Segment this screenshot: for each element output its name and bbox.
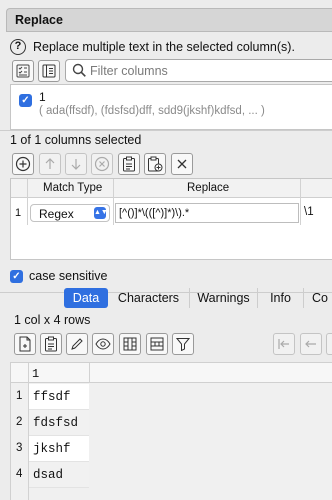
clipboard-icon <box>45 336 57 352</box>
column-name: 1 <box>39 90 46 104</box>
paste-rules-button[interactable] <box>118 153 140 175</box>
columns-view-button[interactable] <box>119 333 141 355</box>
remove-circle-icon <box>94 156 110 172</box>
title-bar: Replace <box>6 8 332 32</box>
cell-value: fdsfsd <box>33 416 79 430</box>
window-title: Replace <box>15 13 63 27</box>
tab-info[interactable]: Info <box>258 288 304 308</box>
row-index: 4 <box>16 468 23 480</box>
tab-characters[interactable]: Characters <box>108 288 190 308</box>
data-table-header: 1 <box>11 363 332 383</box>
filter-columns-input[interactable] <box>90 62 320 79</box>
row-index: 3 <box>16 442 23 454</box>
column-divider <box>300 179 301 225</box>
move-down-button[interactable] <box>65 153 87 175</box>
clipboard-add-icon <box>148 156 163 172</box>
column-divider <box>113 179 114 225</box>
replace-rules-table: Match Type Replace 1 Regex ▲▼ \1 <box>10 178 332 260</box>
copy-data-button[interactable] <box>40 333 62 355</box>
data-preview-table: 1 1 ffsdf 2 fdsfsd 3 jkshf 4 dsad <box>10 362 332 500</box>
arrow-down-icon <box>71 159 81 170</box>
row-index: 1 <box>16 390 23 402</box>
dropdown-arrow-icon: ▲▼ <box>94 207 108 219</box>
cell-value: ffsdf <box>33 390 71 404</box>
remove-rule-button[interactable] <box>91 153 113 175</box>
case-sensitive-label: case sensitive <box>29 269 108 283</box>
tab-warnings[interactable]: Warnings <box>190 288 258 308</box>
match-type-select[interactable]: Regex ▲▼ <box>30 204 110 222</box>
rows-icon <box>150 337 164 351</box>
filter-columns-search[interactable] <box>65 59 332 82</box>
replace-column-header: Replace <box>187 182 230 194</box>
rule-row-index: 1 <box>15 207 22 219</box>
column-divider <box>89 363 90 383</box>
divider <box>0 130 332 131</box>
tab-columns[interactable]: Co <box>304 288 332 308</box>
help-icon[interactable]: ? <box>10 39 26 55</box>
select-all-columns-button[interactable] <box>12 60 34 82</box>
first-page-button[interactable] <box>273 333 295 355</box>
data-column-header: 1 <box>32 367 40 381</box>
table-row: 4 dsad <box>11 462 332 488</box>
arrow-left-icon <box>305 340 316 348</box>
case-sensitive-checkbox[interactable]: ✓ <box>10 269 23 283</box>
panel-list-icon <box>42 64 56 78</box>
tab-data[interactable]: Data <box>64 288 108 308</box>
column-checkbox[interactable]: ✓ <box>19 94 32 107</box>
checklist-icon <box>16 64 30 78</box>
column-list: ✓ 1 ( ada(ffsdf), (fdsfsd)dff, sdd9(jksh… <box>10 84 332 130</box>
cell-value: jkshf <box>33 442 71 456</box>
next-page-button[interactable] <box>326 333 332 355</box>
pencil-icon <box>71 338 83 350</box>
preview-tabs: Data Characters Warnings Info Co <box>0 288 332 308</box>
filter-icon <box>176 338 190 351</box>
new-document-button[interactable] <box>14 333 36 355</box>
clear-rules-button[interactable] <box>171 153 193 175</box>
close-icon <box>177 159 187 169</box>
table-cell[interactable]: fdsfsd <box>29 410 89 436</box>
arrow-up-icon <box>45 158 55 169</box>
row-index: 2 <box>16 416 23 428</box>
match-type-value: Regex <box>39 207 74 221</box>
selection-summary: 1 of 1 columns selected <box>10 133 142 147</box>
match-type-column-header: Match Type <box>43 182 103 194</box>
help-row: ? Replace multiple text in the selected … <box>10 38 295 56</box>
table-cell[interactable]: ffsdf <box>29 384 89 410</box>
data-summary: 1 col x 4 rows <box>14 313 91 327</box>
rows-view-button[interactable] <box>146 333 168 355</box>
view-button[interactable] <box>92 333 114 355</box>
edit-button[interactable] <box>66 333 88 355</box>
case-sensitive-option[interactable]: ✓ case sensitive <box>10 268 108 284</box>
replace-table-header: Match Type Replace <box>11 179 332 198</box>
eye-icon <box>95 338 111 350</box>
column-divider <box>27 179 28 225</box>
cell-value: dsad <box>33 468 64 482</box>
filter-button[interactable] <box>172 333 194 355</box>
table-cell[interactable]: jkshf <box>29 436 89 462</box>
table-cell[interactable]: dsad <box>29 462 89 488</box>
help-text: Replace multiple text in the selected co… <box>33 40 295 54</box>
table-row: 3 jkshf <box>11 436 332 462</box>
table-row: 2 fdsfsd <box>11 410 332 436</box>
add-circle-icon <box>15 156 31 172</box>
add-rule-button[interactable] <box>12 153 34 175</box>
columns-icon <box>123 337 137 351</box>
column-list-button[interactable] <box>38 60 60 82</box>
table-row: 1 ffsdf <box>11 384 332 410</box>
move-up-button[interactable] <box>39 153 61 175</box>
replace-dialog: Replace ? Replace multiple text in the s… <box>0 0 332 500</box>
previous-page-button[interactable] <box>300 333 322 355</box>
pattern-input[interactable] <box>115 203 299 223</box>
first-page-icon <box>278 339 289 349</box>
replacement-value[interactable]: \1 <box>304 206 314 218</box>
search-icon <box>72 63 86 77</box>
paste-append-button[interactable] <box>144 153 166 175</box>
document-icon <box>19 336 31 352</box>
column-values-preview: ( ada(ffsdf), (fdsfsd)dff, sdd9(jkshf)kd… <box>39 105 265 117</box>
clipboard-icon <box>123 156 135 172</box>
